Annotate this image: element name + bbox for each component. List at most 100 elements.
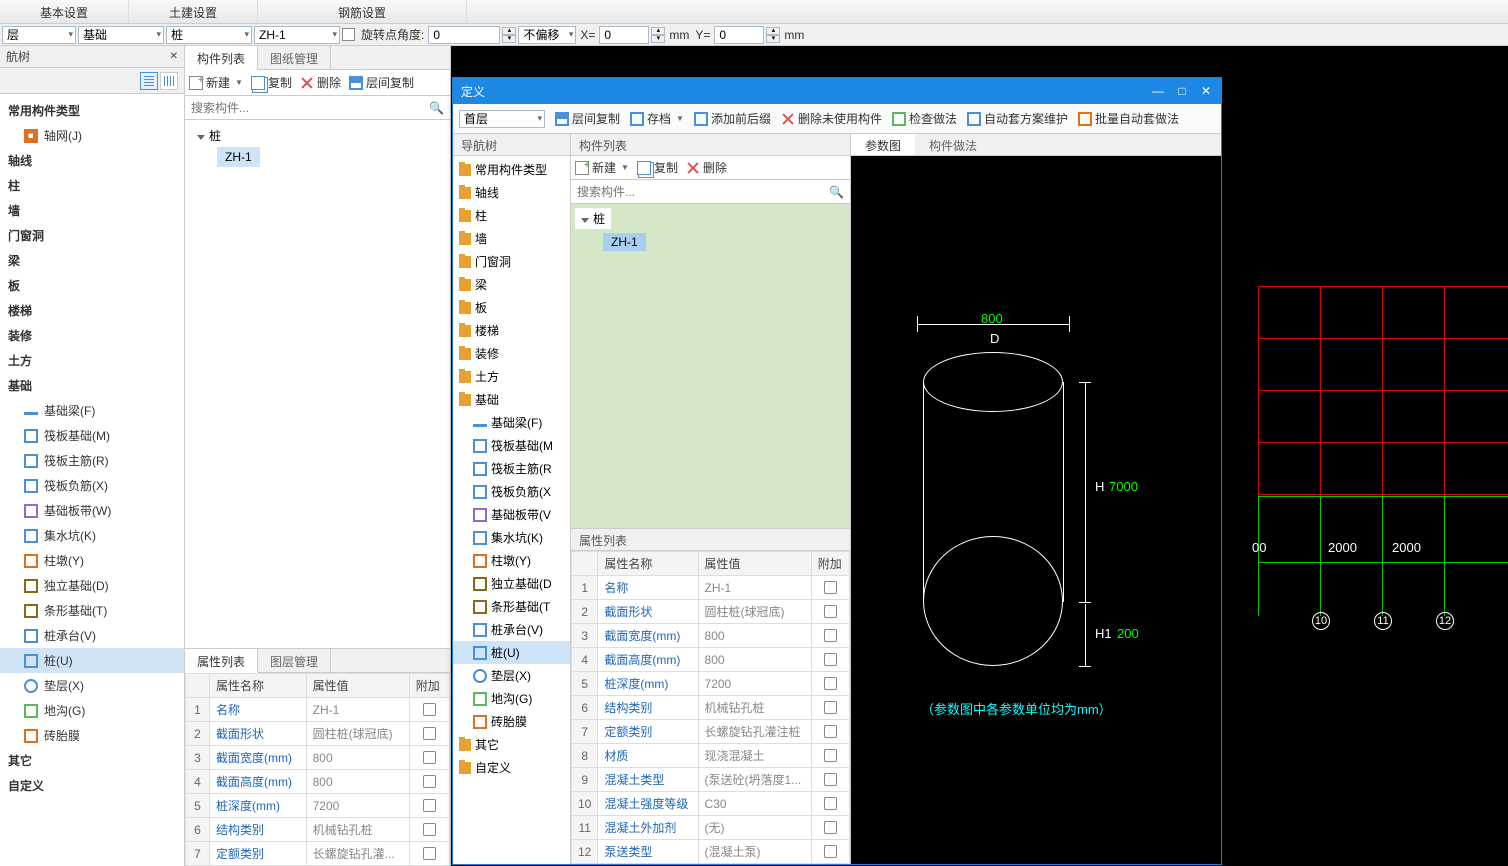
dlg-nav-cat[interactable]: 轴线: [453, 181, 570, 204]
dlg-tree-root[interactable]: 桩: [575, 208, 611, 229]
prop-extra[interactable]: [811, 696, 849, 720]
dlg-nav-f-item[interactable]: 独立基础(D: [453, 572, 570, 595]
dlg-search-input[interactable]: [577, 185, 844, 199]
dlg-delete-button[interactable]: 删除: [686, 159, 727, 176]
view-grid-icon[interactable]: [160, 72, 178, 90]
nav-cat[interactable]: 梁: [0, 248, 184, 273]
type-combo[interactable]: 桩: [166, 26, 252, 44]
nav-f-item[interactable]: 地沟(G): [0, 698, 184, 723]
prop-extra[interactable]: [409, 794, 449, 818]
tab-drawings[interactable]: 图纸管理: [258, 46, 331, 69]
prop-name[interactable]: 截面高度(mm): [210, 770, 307, 794]
search-input[interactable]: [191, 101, 444, 115]
dlg-search[interactable]: 🔍: [571, 180, 850, 204]
nav-axis-grid[interactable]: 轴网(J): [0, 123, 184, 148]
nav-cat[interactable]: 门窗洞: [0, 223, 184, 248]
dlg-nav-f-item[interactable]: 地沟(G): [453, 687, 570, 710]
prop-extra[interactable]: [811, 648, 849, 672]
tab-props[interactable]: 属性列表: [185, 649, 258, 673]
tab-layers[interactable]: 图层管理: [258, 649, 331, 672]
prop-value[interactable]: 现浇混凝土: [698, 744, 811, 768]
prop-extra[interactable]: [409, 770, 449, 794]
prop-value[interactable]: C30: [698, 792, 811, 816]
dlg-batch[interactable]: 批量自动套做法: [1078, 110, 1179, 127]
prop-value[interactable]: (泵送砼(坍落度1...: [698, 768, 811, 792]
dlg-nav-f-item[interactable]: 筏板基础(M: [453, 434, 570, 457]
prop-name[interactable]: 截面形状: [598, 600, 698, 624]
prop-value[interactable]: (混凝土泵): [698, 840, 811, 864]
prop-name[interactable]: 桩深度(mm): [598, 672, 698, 696]
nav-f-item[interactable]: 筏板主筋(R): [0, 448, 184, 473]
prop-value[interactable]: 800: [306, 746, 409, 770]
prop-extra[interactable]: [409, 698, 449, 722]
prop-name[interactable]: 泵送类型: [598, 840, 698, 864]
dlg-nav-custom[interactable]: 自定义: [453, 756, 570, 779]
dlg-prefix[interactable]: 添加前后缀: [694, 110, 771, 127]
x-spinner[interactable]: ▴▾: [651, 27, 665, 43]
dlg-nav-f-item[interactable]: 砖胎膜: [453, 710, 570, 733]
prop-extra[interactable]: [811, 624, 849, 648]
prop-value[interactable]: 机械钻孔桩: [306, 818, 409, 842]
diagram-canvas[interactable]: 800 D H 7000 H1 200 （参数图中各参数单位均为mm）: [851, 156, 1221, 864]
tab-components[interactable]: 构件列表: [185, 46, 258, 70]
nav-cat[interactable]: 轴线: [0, 148, 184, 173]
nav-f-item[interactable]: 砖胎膜: [0, 723, 184, 748]
dlg-nav-cat[interactable]: 门窗洞: [453, 250, 570, 273]
prop-value[interactable]: 圆柱桩(球冠底): [306, 722, 409, 746]
nav-f-item[interactable]: 筏板负筋(X): [0, 473, 184, 498]
nav-f-item[interactable]: 独立基础(D): [0, 573, 184, 598]
nav-custom[interactable]: 自定义: [0, 773, 184, 798]
tree-item-zh1[interactable]: ZH-1: [217, 147, 260, 167]
component-combo[interactable]: ZH-1: [254, 26, 340, 44]
new-button[interactable]: 新建▼: [189, 74, 243, 91]
prop-extra[interactable]: [409, 722, 449, 746]
dlg-floor-combo[interactable]: 首层: [459, 110, 545, 128]
dlg-nav-f-item[interactable]: 桩承台(V): [453, 618, 570, 641]
prop-extra[interactable]: [409, 818, 449, 842]
prop-extra[interactable]: [811, 792, 849, 816]
ribbon-tab-civil[interactable]: 土建设置: [129, 0, 258, 23]
prop-name[interactable]: 截面形状: [210, 722, 307, 746]
dlg-nav-cat[interactable]: 墙: [453, 227, 570, 250]
dlg-archive[interactable]: 存档▼: [630, 110, 684, 127]
nav-close-icon[interactable]: ✕: [170, 51, 178, 62]
dlg-nav-cat[interactable]: 梁: [453, 273, 570, 296]
prop-extra[interactable]: [811, 816, 849, 840]
prop-extra[interactable]: [811, 768, 849, 792]
dlg-nav-f-item[interactable]: 柱墩(Y): [453, 549, 570, 572]
delete-button[interactable]: 删除: [300, 74, 341, 91]
dlg-nav-f-item[interactable]: 基础梁(F): [453, 411, 570, 434]
close-icon[interactable]: ✕: [1199, 84, 1213, 98]
prop-value[interactable]: 长螺旋钻孔灌...: [306, 842, 409, 866]
dlg-nav-cat[interactable]: 柱: [453, 204, 570, 227]
tree-root[interactable]: 桩: [189, 124, 446, 147]
dlg-nav-cat[interactable]: 装修: [453, 342, 570, 365]
ribbon-tab-basic[interactable]: 基本设置: [0, 0, 129, 23]
nav-pile[interactable]: 桩(U): [0, 648, 184, 673]
nav-f-item[interactable]: 集水坑(K): [0, 523, 184, 548]
search-icon[interactable]: 🔍: [429, 101, 444, 115]
prop-name[interactable]: 结构类别: [598, 696, 698, 720]
dlg-tree-item[interactable]: ZH-1: [603, 233, 646, 251]
prop-name[interactable]: 名称: [598, 576, 698, 600]
rotation-checkbox[interactable]: [342, 28, 355, 41]
prop-name[interactable]: 定额类别: [598, 720, 698, 744]
prop-name[interactable]: 截面高度(mm): [598, 648, 698, 672]
dlg-level-copy[interactable]: 层间复制: [555, 110, 620, 127]
dlg-nav-f-item[interactable]: 桩(U): [453, 641, 570, 664]
prop-value[interactable]: ZH-1: [698, 576, 811, 600]
nav-cat[interactable]: 土方: [0, 348, 184, 373]
y-spinner[interactable]: ▴▾: [766, 27, 780, 43]
ribbon-tab-rebar[interactable]: 钢筋设置: [258, 0, 467, 23]
prop-value[interactable]: 800: [306, 770, 409, 794]
dialog-titlebar[interactable]: 定义 — □ ✕: [453, 78, 1221, 104]
rotation-input[interactable]: [428, 26, 500, 44]
dlg-nav-f-item[interactable]: 垫层(X): [453, 664, 570, 687]
dlg-nav-cat[interactable]: 楼梯: [453, 319, 570, 342]
dlg-check[interactable]: 检查做法: [892, 110, 957, 127]
prop-name[interactable]: 定额类别: [210, 842, 307, 866]
copy-button[interactable]: 复制: [251, 74, 292, 91]
prop-name[interactable]: 结构类别: [210, 818, 307, 842]
nav-f-item[interactable]: 基础梁(F): [0, 398, 184, 423]
prop-value[interactable]: ZH-1: [306, 698, 409, 722]
